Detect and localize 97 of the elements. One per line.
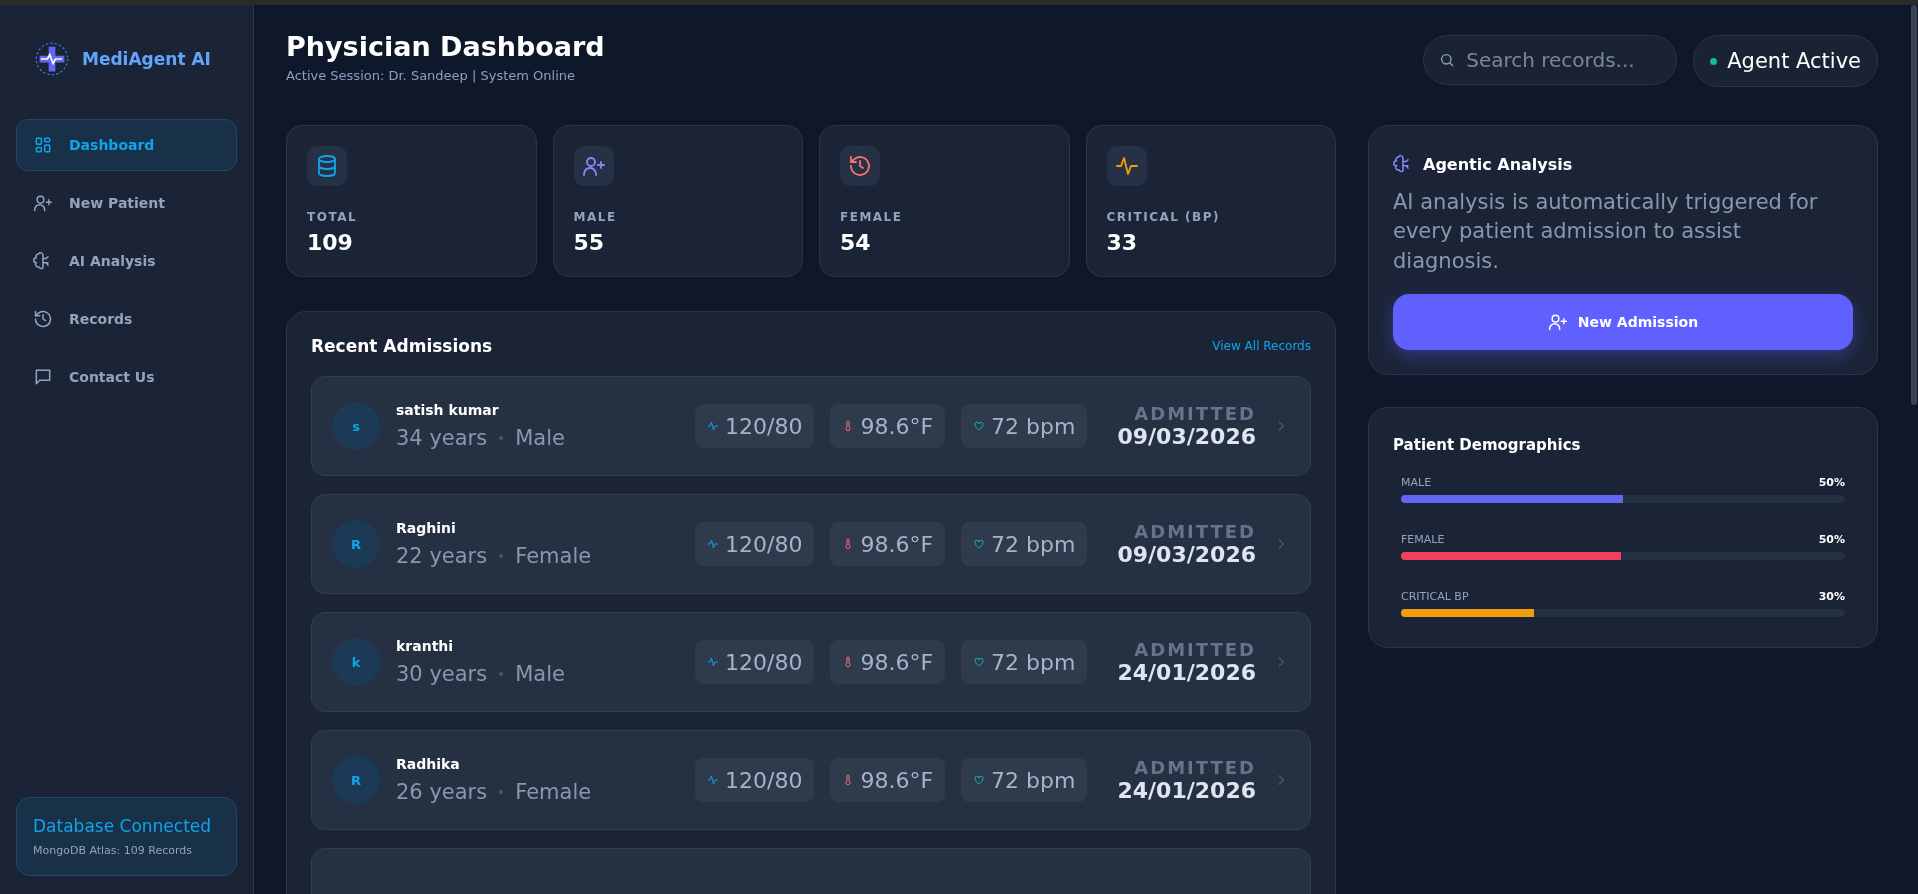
stat-value: 33: [1106, 230, 1139, 255]
admission-date: 09/03/2026: [1117, 424, 1256, 449]
pulse-icon: [707, 656, 720, 668]
logo-icon: [34, 41, 70, 77]
temperature-value: 98.6°F: [860, 767, 934, 793]
user-plus-icon: [33, 193, 53, 213]
patient-name: kranthi: [396, 638, 455, 654]
admission-date: 24/01/2026: [1117, 660, 1256, 685]
admission-row[interactable]: k kranthi 30 years Male 120/80 98.6°F 72 bpm ADMITTED 24/01/2026: [311, 612, 1311, 712]
heart-icon: [973, 774, 986, 786]
admission-row[interactable]: s satish kumar 34 years Male 120/80 98.6°F 72 bpm ADMITTED 09/03/2026: [311, 376, 1311, 476]
view-all-link[interactable]: View All Records: [1212, 339, 1311, 353]
database-status-detail: MongoDB Atlas: 109 Records: [33, 844, 194, 857]
admission-date: 24/01/2026: [1117, 778, 1256, 803]
avatar: k: [332, 638, 380, 686]
admission-row[interactable]: R Radhika 26 years Female 120/80 98.6°F 72 bpm ADMITTED 24/01/2026: [311, 730, 1311, 830]
heart-rate-value: 72 bpm: [991, 413, 1076, 439]
pulse-icon: [707, 420, 720, 432]
database-icon: [307, 146, 347, 186]
admission-date: 09/03/2026: [1117, 542, 1256, 567]
stat-label: FEMALE: [840, 210, 904, 224]
sidebar-item[interactable]: AI Analysis: [16, 235, 237, 287]
sidebar-item[interactable]: Dashboard: [16, 119, 237, 171]
patient-name: satish kumar: [396, 402, 500, 418]
pulse-icon: [707, 774, 720, 786]
heart-rate-value: 72 bpm: [991, 531, 1076, 557]
stat-label: TOTAL: [307, 210, 359, 224]
blood-pressure-value: 120/80: [725, 531, 803, 557]
admission-row[interactable]: R Raghini 22 years Female 120/80 98.6°F 72 bpm ADMITTED 09/03/2026: [311, 494, 1311, 594]
new-admission-button[interactable]: New Admission: [1393, 294, 1853, 351]
temperature-value: 98.6°F: [860, 649, 934, 675]
patient-gender: Female: [515, 780, 592, 804]
heart-icon: [973, 420, 986, 432]
search-icon: [1439, 52, 1456, 68]
message-icon: [33, 367, 53, 387]
patient-age: 30 years: [396, 662, 488, 686]
stat-value: 55: [573, 230, 606, 255]
separator-dot: [499, 436, 504, 440]
session-info: Active Session: Dr. Sandeep | System Online: [286, 68, 577, 83]
stat-label: MALE: [573, 210, 618, 224]
admission-row[interactable]: [311, 848, 1311, 894]
history-icon: [33, 309, 53, 329]
heart-icon: [973, 538, 986, 550]
stat-value: 54: [840, 230, 872, 255]
patient-age: 22 years: [396, 544, 488, 568]
page-title: Physician Dashboard: [286, 31, 605, 62]
stat-value: 109: [307, 230, 354, 255]
user-plus-icon: [573, 146, 614, 186]
separator-dot: [499, 554, 504, 558]
card-title: Agentic Analysis: [1423, 154, 1573, 174]
stat-label: CRITICAL (BP): [1106, 210, 1221, 224]
patient-gender: Female: [515, 544, 592, 568]
analysis-description: AI analysis is automatically triggered for every patient admission to assist diagnosis.: [1393, 189, 1819, 275]
card-title: Patient Demographics: [1393, 436, 1582, 455]
blood-pressure-value: 120/80: [725, 767, 803, 793]
brand-name: MediAgent AI: [82, 49, 211, 69]
bar-label: CRITICAL BP: [1401, 590, 1469, 604]
admission-status: ADMITTED: [1133, 403, 1256, 424]
avatar: s: [332, 402, 380, 450]
patient-gender: Male: [515, 662, 565, 686]
scrollbar-thumb[interactable]: [1911, 5, 1917, 405]
avatar: R: [332, 520, 380, 568]
panel-title: Recent Admissions: [311, 336, 493, 356]
bar-value: 50%: [1818, 533, 1845, 547]
blood-pressure-value: 120/80: [725, 413, 803, 439]
patient-name: Radhika: [396, 756, 461, 772]
sidebar-item[interactable]: Contact Us: [16, 351, 237, 403]
separator-dot: [499, 790, 504, 794]
temperature-value: 98.6°F: [860, 413, 934, 439]
separator-dot: [499, 672, 504, 676]
pulse-icon: [707, 538, 720, 550]
patient-age: 26 years: [396, 780, 488, 804]
agent-status-label: Agent Active: [1727, 49, 1861, 73]
bar-label: FEMALE: [1401, 533, 1445, 547]
patient-gender: Male: [515, 426, 565, 450]
patient-age: 34 years: [396, 426, 488, 450]
sidebar-item[interactable]: Records: [16, 293, 237, 345]
admission-status: ADMITTED: [1133, 521, 1256, 542]
bar-value: 30%: [1818, 590, 1845, 604]
temperature-value: 98.6°F: [860, 531, 934, 557]
admission-status: ADMITTED: [1133, 639, 1256, 660]
blood-pressure-value: 120/80: [725, 649, 803, 675]
patient-name: Raghini: [396, 520, 457, 536]
heart-rate-value: 72 bpm: [991, 767, 1076, 793]
database-status-title: Database Connected: [33, 816, 213, 836]
search-field[interactable]: Search records...: [1423, 35, 1678, 85]
history-icon: [840, 146, 880, 186]
sidebar-item[interactable]: New Patient: [16, 177, 237, 229]
pulse-icon: [1106, 146, 1147, 186]
heart-rate-value: 72 bpm: [991, 649, 1076, 675]
bar-label: MALE: [1401, 476, 1432, 490]
admission-status: ADMITTED: [1133, 757, 1256, 778]
user-plus-icon: [1547, 312, 1568, 333]
avatar: R: [332, 756, 380, 804]
bar-value: 50%: [1818, 476, 1845, 490]
grid-icon: [33, 135, 53, 155]
heart-icon: [973, 656, 986, 668]
